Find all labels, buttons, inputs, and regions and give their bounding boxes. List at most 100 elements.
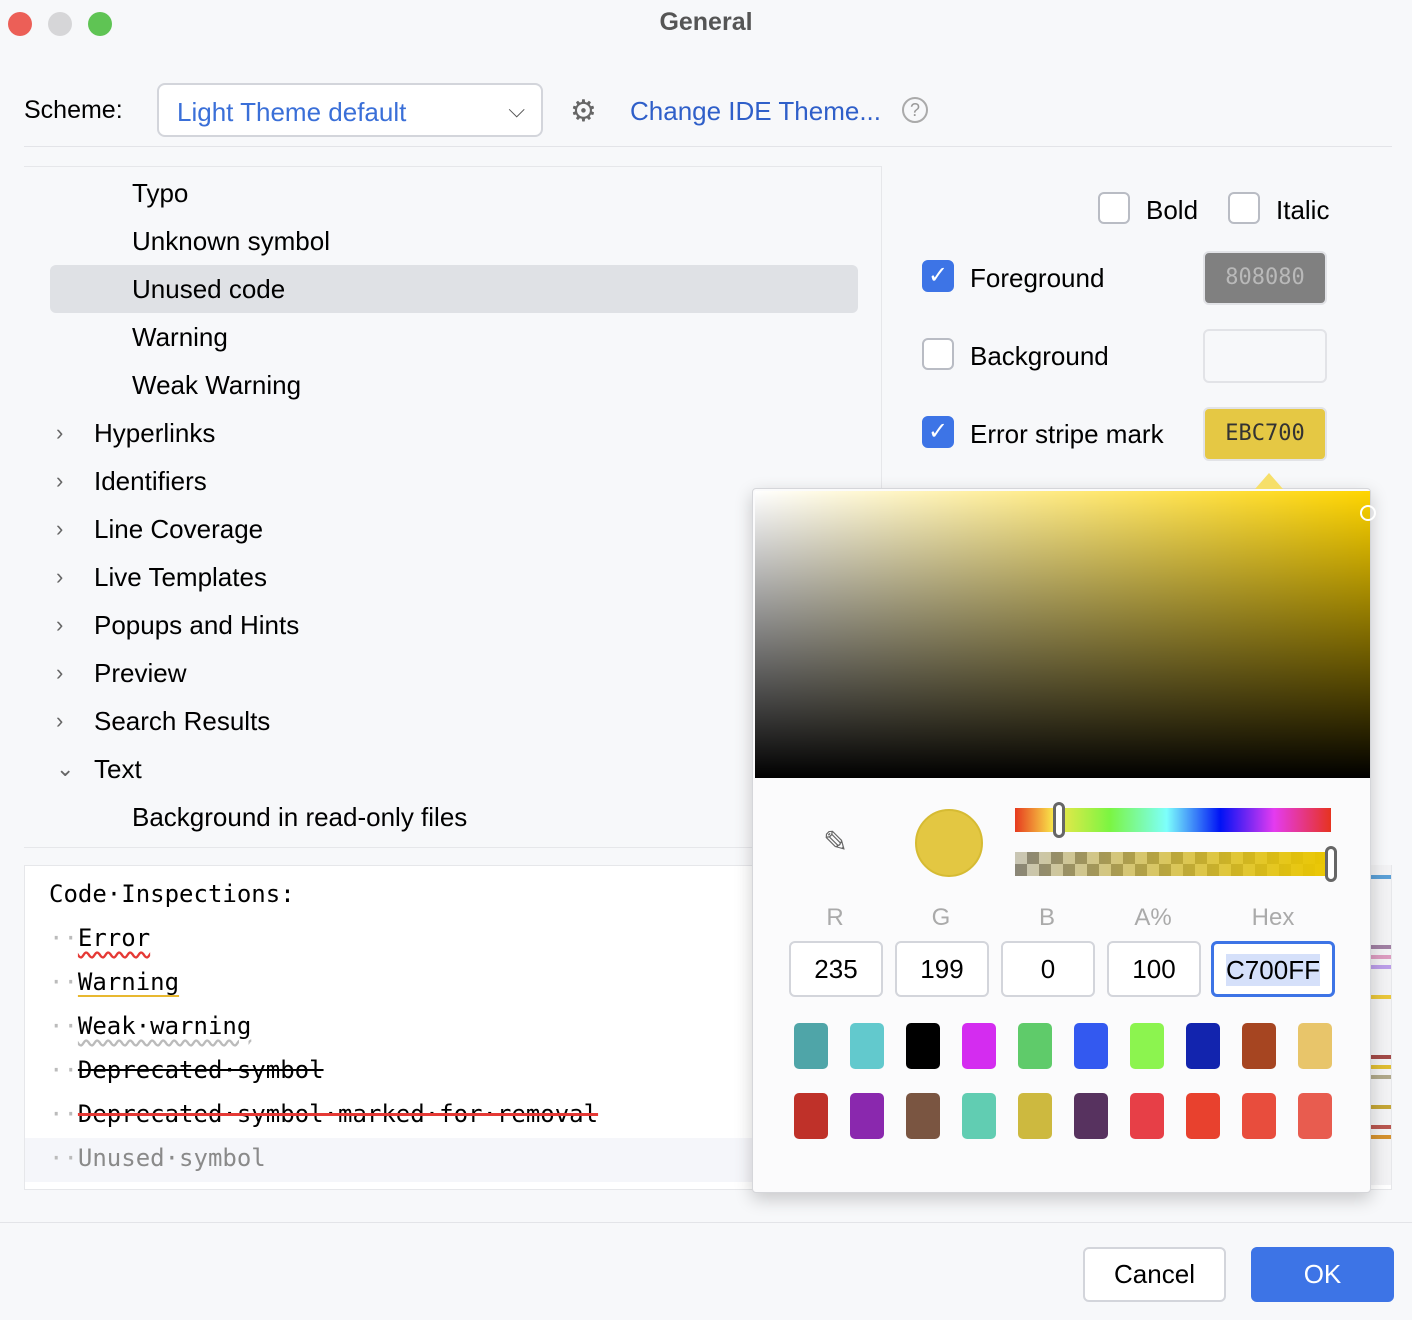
cancel-button[interactable]: Cancel — [1083, 1247, 1226, 1302]
tree-item-label: Background in read-only files — [132, 793, 467, 841]
preview-line-text: Warning — [78, 968, 179, 996]
preview-line: ··Unused·symbol — [49, 1144, 266, 1172]
color-swatch[interactable] — [1186, 1023, 1220, 1069]
tree-item[interactable]: ›Live Templates — [24, 553, 858, 601]
color-cursor[interactable] — [1360, 505, 1376, 521]
stripe-mark[interactable] — [1371, 965, 1391, 969]
divider — [24, 146, 1392, 147]
color-swatch[interactable] — [794, 1023, 828, 1069]
eyedropper-icon[interactable]: ✎ — [823, 825, 848, 860]
help-icon[interactable]: ? — [902, 97, 928, 123]
bold-checkbox[interactable] — [1098, 192, 1130, 224]
channel-input-Hex[interactable]: C700FF — [1211, 941, 1335, 997]
color-swatch[interactable] — [1074, 1023, 1108, 1069]
tree-item[interactable]: Typo — [24, 169, 858, 217]
chevron-icon[interactable]: › — [56, 505, 63, 553]
channel-value: C700FF — [1226, 954, 1320, 986]
error-stripe-color-swatch[interactable]: EBC700 — [1203, 407, 1327, 461]
tree-item-label: Line Coverage — [94, 505, 263, 553]
tree-item[interactable]: Background in read-only files — [24, 793, 858, 841]
chevron-icon[interactable]: › — [56, 697, 63, 745]
chevron-icon[interactable]: › — [56, 457, 63, 505]
stripe-mark[interactable] — [1371, 1075, 1391, 1079]
color-swatch[interactable] — [1130, 1023, 1164, 1069]
italic-checkbox[interactable] — [1228, 192, 1260, 224]
color-swatch[interactable] — [1186, 1093, 1220, 1139]
color-swatch[interactable] — [850, 1093, 884, 1139]
tree-item[interactable]: Warning — [24, 313, 858, 361]
background-checkbox[interactable] — [922, 338, 954, 370]
color-swatch[interactable] — [962, 1093, 996, 1139]
color-swatch[interactable] — [906, 1023, 940, 1069]
stripe-mark[interactable] — [1371, 995, 1391, 999]
indent-dots: ·· — [49, 968, 78, 996]
scheme-label: Scheme: — [24, 96, 123, 125]
tree-item[interactable]: Unused code — [50, 265, 858, 313]
color-swatch[interactable] — [906, 1093, 940, 1139]
chevron-icon[interactable]: › — [56, 649, 63, 697]
chevron-icon[interactable]: › — [56, 409, 63, 457]
color-swatch[interactable] — [1298, 1093, 1332, 1139]
stripe-mark[interactable] — [1371, 1125, 1391, 1129]
background-color-swatch[interactable] — [1203, 329, 1327, 383]
chevron-icon[interactable]: › — [56, 553, 63, 601]
color-swatch[interactable] — [1298, 1023, 1332, 1069]
tree-item[interactable]: › Popups and Hints — [24, 601, 858, 649]
foreground-color-swatch[interactable]: 808080 — [1203, 251, 1327, 305]
channel-input-R[interactable]: 235 — [789, 941, 883, 997]
color-swatch[interactable] — [1018, 1093, 1052, 1139]
tree-item-label: Popups and Hints — [94, 601, 299, 649]
hue-slider-thumb[interactable] — [1053, 802, 1065, 838]
chevron-icon[interactable]: ⌄ — [56, 745, 74, 793]
alpha-slider[interactable] — [1015, 852, 1331, 876]
stripe-mark[interactable] — [1371, 1135, 1391, 1139]
stripe-mark[interactable] — [1371, 945, 1391, 949]
error-stripe-bar[interactable] — [1371, 865, 1391, 1185]
change-ide-theme-link[interactable]: Change IDE Theme... — [630, 96, 881, 127]
background-label: Background — [970, 341, 1109, 372]
stripe-mark[interactable] — [1371, 955, 1391, 959]
tree-item[interactable]: ⌄Text — [24, 745, 858, 793]
stripe-mark[interactable] — [1371, 1055, 1391, 1059]
tree-item-label: Hyperlinks — [94, 409, 215, 457]
stripe-mark[interactable] — [1371, 875, 1391, 879]
alpha-slider-thumb[interactable] — [1325, 846, 1337, 882]
preview-line: ··Deprecated·symbol — [49, 1056, 324, 1084]
tree-item[interactable]: ›Search Results — [24, 697, 858, 745]
color-swatch[interactable] — [1130, 1093, 1164, 1139]
tree-item-label: Unknown symbol — [132, 217, 330, 265]
chevron-icon[interactable]: › — [56, 601, 63, 649]
stripe-mark[interactable] — [1371, 1105, 1391, 1109]
color-swatch[interactable] — [794, 1093, 828, 1139]
color-swatch[interactable] — [962, 1023, 996, 1069]
channel-input-A%[interactable]: 100 — [1107, 941, 1201, 997]
preview-line-text: Deprecated·symbol·marked·for·removal — [78, 1100, 598, 1128]
ok-button[interactable]: OK — [1251, 1247, 1394, 1302]
tree-item-label: Weak Warning — [132, 361, 301, 409]
tree-item[interactable]: ›Preview — [24, 649, 858, 697]
color-swatch[interactable] — [1242, 1093, 1276, 1139]
channel-label-Hex: Hex — [1227, 904, 1319, 932]
channel-value: 100 — [1132, 954, 1175, 984]
tree-item[interactable]: › Hyperlinks — [24, 409, 858, 457]
saturation-brightness-area[interactable] — [755, 491, 1370, 778]
error-stripe-checkbox[interactable]: ✓ — [922, 416, 954, 448]
gear-icon[interactable]: ⚙ — [570, 94, 597, 129]
scheme-dropdown[interactable]: Light Theme default⌵ — [157, 83, 543, 137]
channel-input-G[interactable]: 199 — [895, 941, 989, 997]
channel-input-B[interactable]: 0 — [1001, 941, 1095, 997]
color-swatch[interactable] — [1074, 1093, 1108, 1139]
tree-item[interactable]: Weak Warning — [24, 361, 858, 409]
indent-dots: ·· — [49, 924, 78, 952]
foreground-checkbox[interactable]: ✓ — [922, 260, 954, 292]
tree-item[interactable]: › Line Coverage — [24, 505, 858, 553]
tree-item[interactable]: ›Identifiers — [24, 457, 858, 505]
popup-pointer — [1255, 473, 1283, 489]
color-swatch[interactable] — [1242, 1023, 1276, 1069]
preview-line-text: Error — [78, 924, 150, 952]
tree-item[interactable]: Unknown symbol — [24, 217, 858, 265]
color-swatch[interactable] — [850, 1023, 884, 1069]
color-swatch[interactable] — [1018, 1023, 1052, 1069]
hue-slider[interactable] — [1015, 808, 1331, 832]
stripe-mark[interactable] — [1371, 1065, 1391, 1069]
